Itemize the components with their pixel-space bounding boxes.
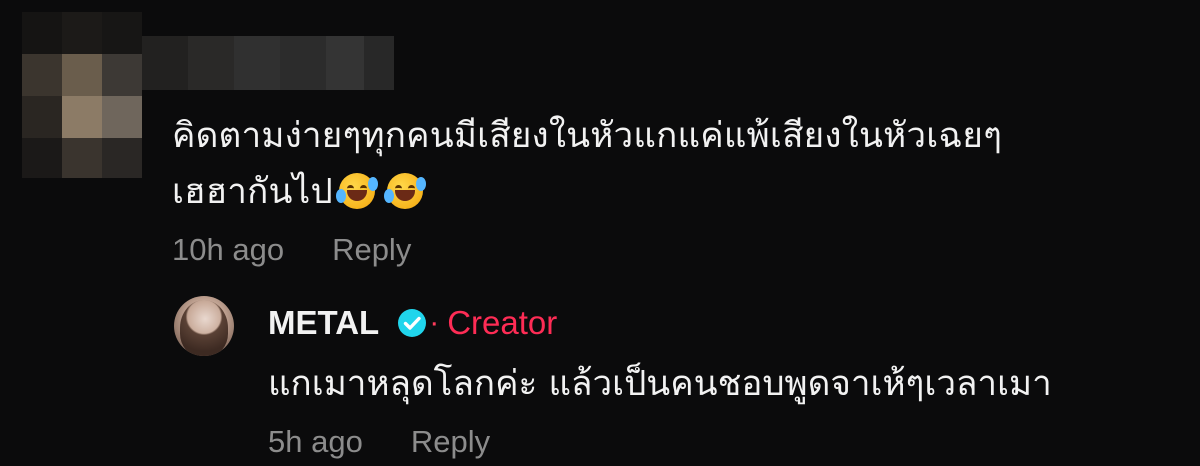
comment-meta: 10h ago Reply: [172, 232, 411, 268]
creator-avatar[interactable]: [174, 296, 234, 356]
rolling-laughing-emoji-icon: [383, 173, 426, 209]
reply-author-name[interactable]: METAL: [268, 304, 379, 342]
comment-text-line1: คิดตามง่ายๆทุกคนมีเสียงในหัวแกแค่แพ้เสีย…: [172, 116, 1003, 156]
comment-timestamp: 10h ago: [172, 232, 285, 267]
verified-badge-icon: [398, 309, 427, 337]
reply-reply-button[interactable]: Reply: [411, 424, 490, 459]
comment-text-line2-text: เฮฮากันไป: [172, 172, 333, 212]
reply-timestamp: 5h ago: [268, 424, 363, 459]
creator-badge: Creator: [447, 304, 558, 341]
rolling-laughing-emoji-icon: [335, 173, 378, 209]
comment-text-line2: เฮฮากันไป: [172, 164, 1172, 220]
comment-thread: คิดตามง่ายๆทุกคนมีเสียงในหัวแกแค่แพ้เสีย…: [0, 0, 1200, 466]
comment-text: คิดตามง่ายๆทุกคนมีเสียงในหัวแกแค่แพ้เสีย…: [172, 108, 1172, 220]
reply-text: แกเมาหลุดโลกค่ะ แล้วเป็นคนชอบพูดจาเห้ๆเว…: [268, 364, 1052, 404]
badge-separator: ·: [429, 306, 440, 339]
reply-author-row: METAL · Creator: [268, 300, 557, 346]
reply-meta: 5h ago Reply: [268, 424, 490, 460]
comment-reply-button[interactable]: Reply: [332, 232, 411, 267]
